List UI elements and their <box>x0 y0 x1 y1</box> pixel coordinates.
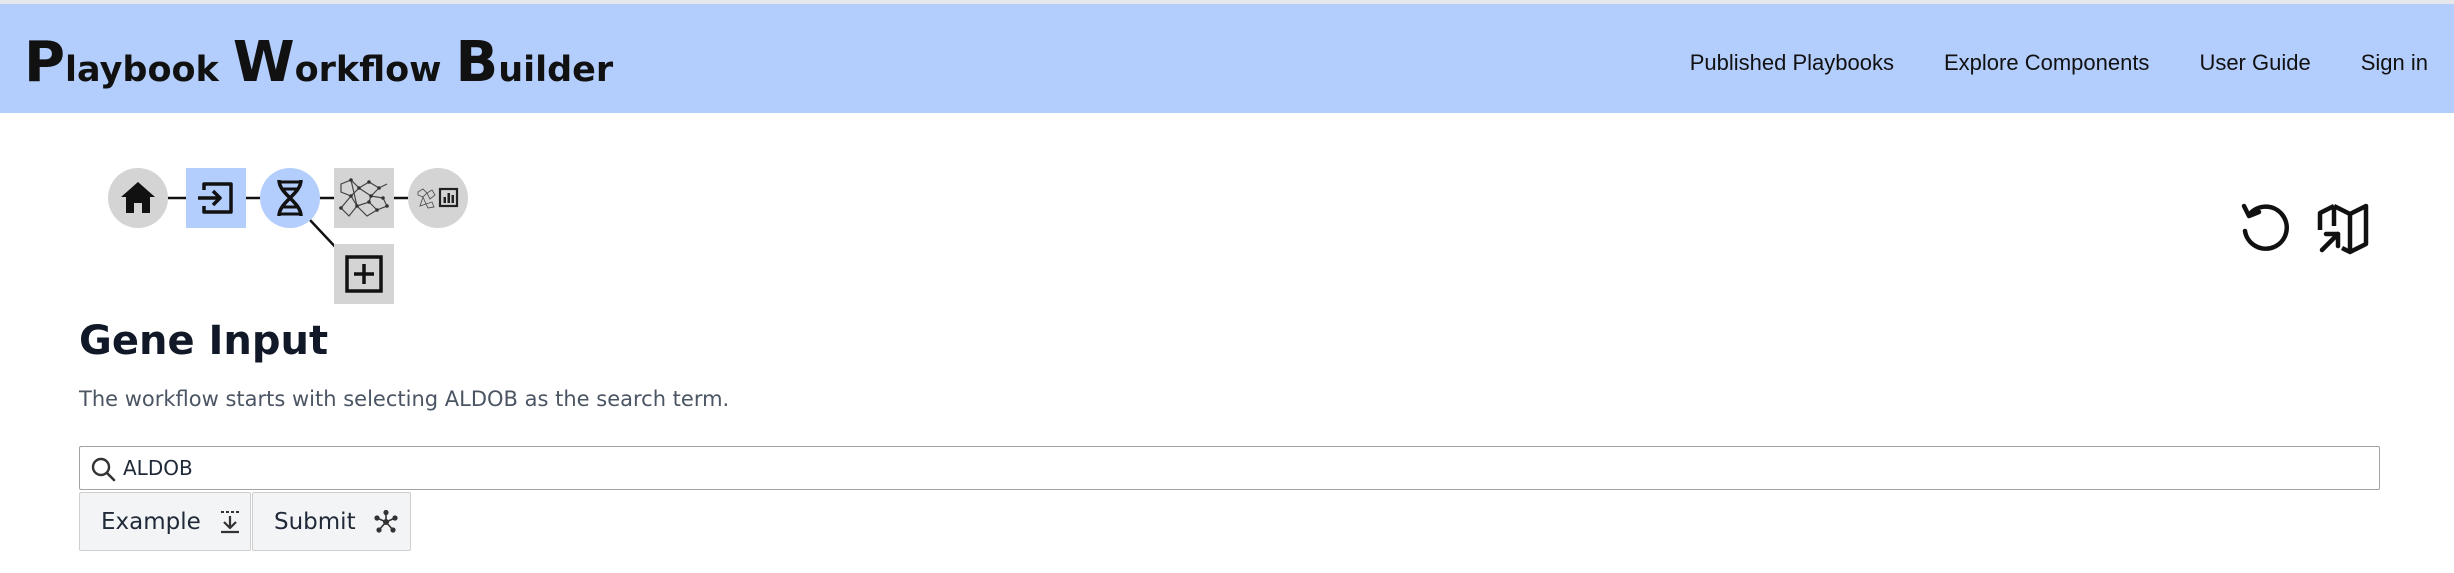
restart-icon <box>2241 203 2289 251</box>
top-nav: Published Playbooks Explore Components U… <box>1640 50 2428 80</box>
map-icon <box>2317 203 2369 255</box>
search-box[interactable] <box>79 446 2380 490</box>
report-icon <box>417 187 459 209</box>
submit-icon <box>373 509 399 535</box>
example-button-label: Example <box>101 508 201 535</box>
breadcrumb-home[interactable] <box>108 168 168 228</box>
submit-button[interactable]: Submit <box>252 492 411 551</box>
brand-word-2: Workflow <box>232 30 442 95</box>
brand-word-1: Playbook <box>24 30 219 95</box>
breadcrumb-input[interactable] <box>186 168 246 228</box>
breadcrumb-network[interactable] <box>334 168 394 228</box>
nav-sign-in[interactable]: Sign in <box>2361 50 2428 80</box>
page-description: The workflow starts with selecting ALDOB… <box>79 387 730 411</box>
breadcrumb-gene[interactable] <box>260 168 320 228</box>
add-icon <box>345 255 383 293</box>
nav-published-playbooks[interactable]: Published Playbooks <box>1690 50 1894 80</box>
nav-explore-components[interactable]: Explore Components <box>1944 50 2149 80</box>
brand-logo[interactable]: Playbook Workflow Builder <box>24 30 627 95</box>
network-icon <box>339 178 389 217</box>
header-bar: Playbook Workflow Builder Published Playbo… <box>0 4 2454 113</box>
breadcrumb-report[interactable] <box>408 168 468 228</box>
nav-user-guide[interactable]: User Guide <box>2199 50 2310 80</box>
workflow-breadcrumb <box>108 166 478 306</box>
submit-button-label: Submit <box>274 508 356 535</box>
search-input[interactable] <box>123 451 2363 485</box>
home-icon <box>121 182 155 213</box>
brand-word-3: Builder <box>455 30 614 95</box>
page-title: Gene Input <box>79 318 329 364</box>
download-icon <box>218 509 242 535</box>
breadcrumb-add-step[interactable] <box>334 244 394 304</box>
map-button[interactable] <box>2312 198 2374 260</box>
workflow-actions <box>2218 198 2374 260</box>
search-icon <box>91 457 116 482</box>
example-button[interactable]: Example <box>79 492 251 551</box>
restart-button[interactable] <box>2234 198 2296 260</box>
dna-icon <box>277 179 303 217</box>
input-icon <box>198 182 233 214</box>
